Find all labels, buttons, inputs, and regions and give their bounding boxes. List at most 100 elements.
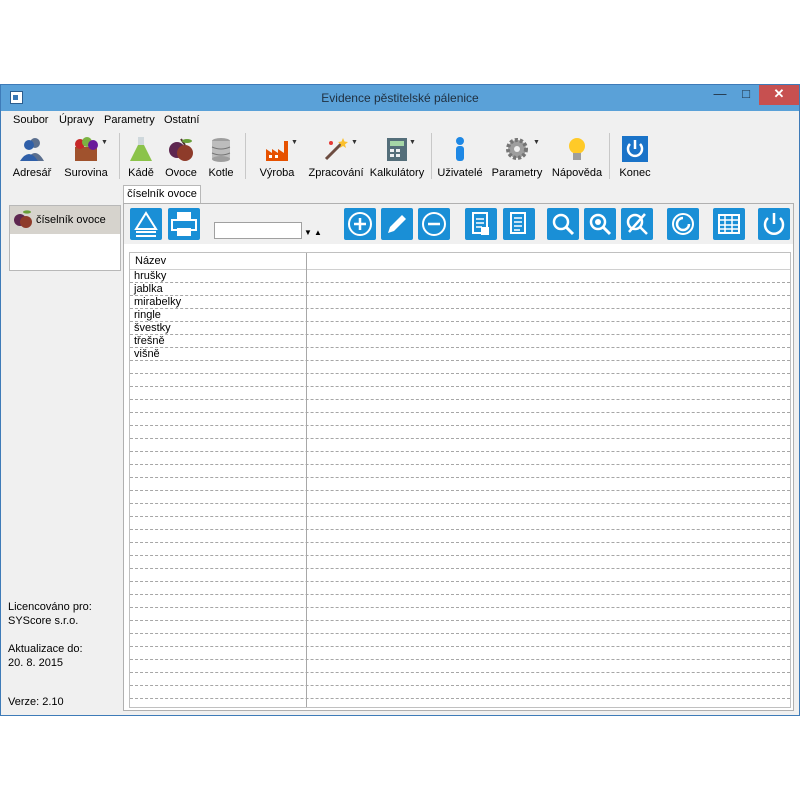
table-row[interactable] (130, 556, 790, 569)
table-row[interactable] (130, 465, 790, 478)
table-row[interactable] (130, 634, 790, 647)
parametry-label: Parametry (491, 167, 543, 179)
window-title: Evidence pěstitelské pálenice (321, 91, 479, 105)
close-button[interactable]: ✕ (759, 85, 799, 105)
table-row[interactable] (130, 387, 790, 400)
napoveda-button[interactable]: Nápověda (551, 131, 603, 183)
sort-button[interactable] (130, 208, 162, 240)
app-window: Evidence pěstitelské pálenice — □ ✕ Soub… (0, 84, 800, 716)
column-header-nazev[interactable]: Název (135, 255, 166, 267)
advanced-search-button[interactable] (584, 208, 616, 240)
chevron-down-icon: ▼ (291, 139, 298, 146)
remove-button[interactable] (418, 208, 450, 240)
vyroba-button[interactable]: ▼ Výroba (253, 131, 301, 183)
surovina-button[interactable]: ▼ Surovina (61, 131, 111, 183)
table-row[interactable] (130, 569, 790, 582)
calculator-icon (387, 138, 407, 161)
add-button[interactable] (344, 208, 376, 240)
menu-ostatni[interactable]: Ostatní (164, 114, 199, 126)
title-bar[interactable]: Evidence pěstitelské pálenice — □ ✕ (1, 85, 799, 111)
table-row[interactable] (130, 439, 790, 452)
table-row[interactable] (130, 413, 790, 426)
chevron-down-icon: ▼ (351, 139, 358, 146)
table-row[interactable] (130, 517, 790, 530)
table-row[interactable]: ringle (130, 309, 790, 322)
chevron-down-icon: ▼ (533, 139, 540, 146)
table-row[interactable] (130, 673, 790, 686)
update-value: 20. 8. 2015 (8, 657, 64, 669)
document-list-icon (510, 212, 526, 234)
table-row[interactable] (130, 543, 790, 556)
table-row[interactable]: višně (130, 348, 790, 361)
table-row[interactable] (130, 608, 790, 621)
kotle-button[interactable]: Kotle (203, 131, 239, 183)
cell-nazev: třešně (134, 335, 165, 347)
parametry-button[interactable]: ▼ Parametry (489, 131, 545, 183)
table-row[interactable]: jablka (130, 283, 790, 296)
version-text: Verze: 2.10 (8, 696, 64, 708)
clear-search-button[interactable] (621, 208, 653, 240)
table-row[interactable]: mirabelky (130, 296, 790, 309)
table-row[interactable] (130, 400, 790, 413)
table-row[interactable] (130, 361, 790, 374)
konec-button[interactable]: Konec (615, 131, 655, 183)
adresar-button[interactable]: Adresář (9, 131, 55, 183)
search-button[interactable] (547, 208, 579, 240)
ovoce-label: Ovoce (165, 167, 197, 179)
minimize-button[interactable]: — (707, 85, 733, 105)
surovina-label: Surovina (64, 167, 108, 179)
chevron-down-icon: ▼ (409, 139, 416, 146)
report-button[interactable] (503, 208, 535, 240)
export-button[interactable] (465, 208, 497, 240)
table-row[interactable]: třešně (130, 335, 790, 348)
zpracovani-button[interactable]: ▼ Zpracování (307, 131, 365, 183)
menu-parametry[interactable]: Parametry (104, 114, 155, 126)
ovoce-button[interactable]: Ovoce (161, 131, 201, 183)
update-label: Aktualizace do: (8, 643, 83, 655)
left-item-ciselnik-ovoce[interactable]: číselník ovoce (10, 206, 120, 234)
sort-asc-icon[interactable]: ▲ (314, 228, 322, 237)
table-row[interactable]: švestky (130, 322, 790, 335)
columns-button[interactable] (713, 208, 745, 240)
table-row[interactable] (130, 491, 790, 504)
license-value: SYScore s.r.o. (8, 615, 79, 627)
filter-input[interactable] (214, 222, 302, 239)
uzivatele-label: Uživatelé (437, 167, 483, 179)
table-row[interactable] (130, 530, 790, 543)
table-row[interactable] (130, 595, 790, 608)
cell-nazev: jablka (134, 283, 163, 295)
data-grid[interactable]: Název hrušky jablka mirabelky ringle švestky… (129, 252, 791, 708)
edit-button[interactable] (381, 208, 413, 240)
close-panel-button[interactable] (758, 208, 790, 240)
table-row[interactable] (130, 374, 790, 387)
table-row[interactable] (130, 621, 790, 634)
table-row[interactable]: hrušky (130, 270, 790, 283)
lightbulb-icon (569, 138, 585, 160)
table-row[interactable] (130, 647, 790, 660)
refresh-button[interactable] (667, 208, 699, 240)
table-row[interactable] (130, 686, 790, 699)
table-row[interactable] (130, 504, 790, 517)
konec-label: Konec (619, 167, 651, 179)
menu-soubor[interactable]: Soubor (13, 114, 48, 126)
table-row[interactable] (130, 478, 790, 491)
table-row[interactable] (130, 582, 790, 595)
kade-button[interactable]: Kádě (123, 131, 159, 183)
menu-upravy[interactable]: Úpravy (59, 114, 94, 126)
magic-wand-icon (324, 138, 348, 161)
tab-ciselnik-ovoce[interactable]: číselník ovoce (123, 185, 201, 203)
uzivatele-button[interactable]: Uživatelé (437, 131, 483, 183)
toolbar-separator (245, 133, 246, 179)
kalkulatory-button[interactable]: ▼ Kalkulátory (367, 131, 427, 183)
plums-icon (14, 210, 32, 228)
table-row[interactable] (130, 660, 790, 673)
print-button[interactable] (168, 208, 200, 240)
sort-desc-icon[interactable]: ▼ (304, 228, 312, 237)
table-row[interactable] (130, 426, 790, 439)
cell-nazev: višně (134, 348, 160, 360)
cell-nazev: hrušky (134, 270, 167, 282)
maximize-button[interactable]: □ (733, 85, 759, 105)
grid-header: Název (130, 253, 790, 270)
people-icon (20, 138, 44, 161)
table-row[interactable] (130, 452, 790, 465)
